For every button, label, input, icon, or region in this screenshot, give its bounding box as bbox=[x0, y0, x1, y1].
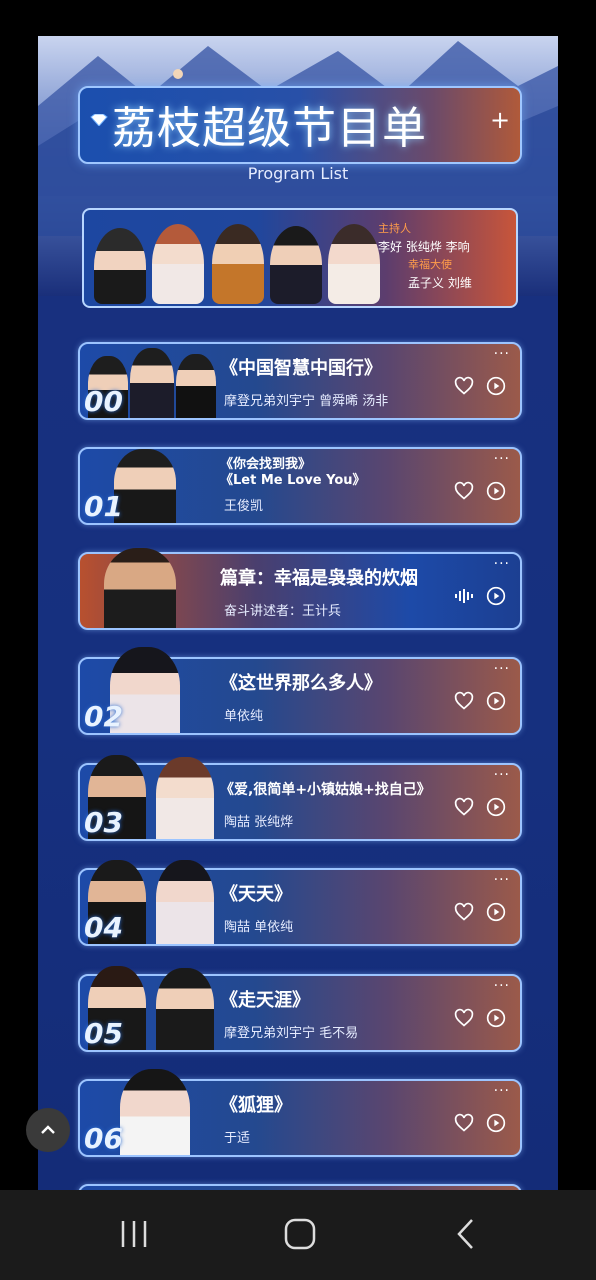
program-artists: 陶喆 单依纯 bbox=[224, 920, 294, 935]
program-card[interactable]: 01 《你会找到我》 《Let Me Love You》 王俊凯 ··· bbox=[78, 447, 522, 525]
program-title: 《天天》 bbox=[220, 884, 292, 905]
artist-avatar bbox=[156, 968, 214, 1050]
android-nav-bar bbox=[0, 1190, 596, 1280]
program-number: 03 bbox=[84, 806, 123, 839]
more-icon[interactable]: ··· bbox=[494, 978, 510, 994]
back-button[interactable] bbox=[436, 1212, 496, 1256]
host-avatar bbox=[328, 224, 380, 304]
artist-avatar bbox=[120, 1069, 190, 1155]
program-artists: 奋斗讲述者：王计兵 bbox=[224, 604, 342, 619]
program-card-chapter[interactable]: 篇章：幸福是袅袅的炊烟 奋斗讲述者：王计兵 ··· bbox=[78, 548, 522, 630]
program-artists: 单依纯 bbox=[224, 709, 264, 724]
program-title: 篇章：幸福是袅袅的炊烟 bbox=[220, 568, 418, 589]
host-avatar bbox=[270, 226, 322, 304]
program-title: 《爱,很简单+小镇姑娘+找自己》 bbox=[220, 782, 431, 798]
more-icon[interactable]: ··· bbox=[494, 767, 510, 783]
hosts-label: 主持人 bbox=[378, 222, 411, 235]
artist-avatar bbox=[156, 860, 214, 944]
host-avatar bbox=[152, 224, 204, 304]
program-artists: 王俊凯 bbox=[224, 499, 264, 514]
artist-avatar bbox=[114, 449, 176, 523]
diamond-icon bbox=[90, 114, 108, 126]
program-title: 《狐狸》 bbox=[220, 1095, 292, 1116]
home-icon bbox=[284, 1218, 316, 1250]
program-artists: 摩登兄弟刘宇宁 曾舜晞 汤非 bbox=[224, 394, 389, 409]
program-card[interactable]: 05 《走天涯》 摩登兄弟刘宇宁 毛不易 ··· bbox=[78, 966, 522, 1052]
program-card[interactable]: 04 《天天》 陶喆 单依纯 ··· bbox=[78, 860, 522, 946]
play-icon[interactable] bbox=[486, 376, 506, 396]
host-labels: 主持人 李好 张纯烨 李响 幸福大使 孟子义 刘维 bbox=[378, 220, 472, 292]
scroll-to-top-button[interactable] bbox=[26, 1108, 70, 1152]
ambassadors-label: 幸福大使 bbox=[408, 258, 452, 271]
program-list-page: 荔枝超级节目单 + Program List 主持人 李好 张纯烨 李响 幸福大… bbox=[38, 36, 558, 1190]
more-icon[interactable]: ··· bbox=[494, 661, 510, 677]
program-number: 02 bbox=[84, 700, 123, 733]
program-card[interactable]: 00 《中国智慧中国行》 摩登兄弟刘宇宁 曾舜晞 汤非 ··· bbox=[78, 342, 522, 420]
artist-avatar bbox=[104, 548, 176, 628]
page-title: 荔枝超级节目单 bbox=[112, 103, 427, 154]
program-artists: 陶喆 张纯烨 bbox=[224, 815, 294, 830]
more-icon[interactable]: ··· bbox=[494, 872, 510, 888]
host-avatar bbox=[212, 224, 264, 304]
play-icon[interactable] bbox=[486, 586, 506, 606]
program-title: 《中国智慧中国行》 bbox=[220, 358, 382, 379]
program-title-line2: 《Let Me Love You》 bbox=[220, 473, 366, 488]
recent-apps-button[interactable] bbox=[104, 1212, 164, 1256]
program-title: 《走天涯》 bbox=[220, 990, 310, 1011]
hosts-names: 李好 张纯烨 李响 bbox=[378, 240, 470, 254]
heart-icon[interactable] bbox=[454, 797, 474, 817]
heart-icon[interactable] bbox=[454, 902, 474, 922]
play-icon[interactable] bbox=[486, 1113, 506, 1133]
program-artists: 于适 bbox=[224, 1131, 251, 1146]
play-icon[interactable] bbox=[486, 902, 506, 922]
program-title: 《这世界那么多人》 bbox=[220, 673, 382, 694]
more-icon[interactable]: ··· bbox=[494, 346, 510, 362]
more-icon[interactable]: ··· bbox=[494, 556, 510, 572]
program-card[interactable]: 02 《这世界那么多人》 单依纯 ··· bbox=[78, 647, 522, 735]
program-number: 01 bbox=[84, 490, 123, 523]
program-number: 04 bbox=[84, 911, 123, 944]
chevron-up-icon bbox=[41, 1125, 55, 1134]
heart-icon[interactable] bbox=[454, 1008, 474, 1028]
host-avatar bbox=[94, 228, 146, 304]
heart-icon[interactable] bbox=[454, 376, 474, 396]
artist-avatar bbox=[130, 348, 174, 418]
play-icon[interactable] bbox=[486, 797, 506, 817]
program-number: 05 bbox=[84, 1017, 123, 1050]
home-button[interactable] bbox=[270, 1212, 330, 1256]
page-subtitle: Program List bbox=[247, 164, 349, 183]
artist-avatar bbox=[156, 757, 214, 839]
recent-apps-icon bbox=[121, 1221, 147, 1247]
artist-avatar bbox=[176, 354, 216, 418]
audio-wave-icon bbox=[455, 589, 473, 603]
title-plus: + bbox=[490, 106, 511, 134]
program-number: 00 bbox=[84, 385, 123, 418]
program-card[interactable]: 03 《爱,很简单+小镇姑娘+找自己》 陶喆 张纯烨 ··· bbox=[78, 755, 522, 841]
heart-icon[interactable] bbox=[454, 481, 474, 501]
program-title: 《你会找到我》 《Let Me Love You》 bbox=[220, 457, 380, 489]
heart-icon[interactable] bbox=[454, 691, 474, 711]
back-icon bbox=[457, 1219, 473, 1249]
more-icon[interactable]: ··· bbox=[494, 451, 510, 467]
program-artists: 摩登兄弟刘宇宁 毛不易 bbox=[224, 1026, 359, 1041]
program-number: 06 bbox=[84, 1122, 123, 1155]
more-icon[interactable]: ··· bbox=[494, 1083, 510, 1099]
program-card[interactable]: 06 《狐狸》 于适 ··· bbox=[78, 1069, 522, 1157]
heart-icon[interactable] bbox=[454, 1113, 474, 1133]
play-icon[interactable] bbox=[486, 691, 506, 711]
play-icon[interactable] bbox=[486, 481, 506, 501]
program-title-line1: 《你会找到我》 bbox=[220, 457, 312, 472]
play-icon[interactable] bbox=[486, 1008, 506, 1028]
ambassadors-names: 孟子义 刘维 bbox=[408, 276, 472, 290]
